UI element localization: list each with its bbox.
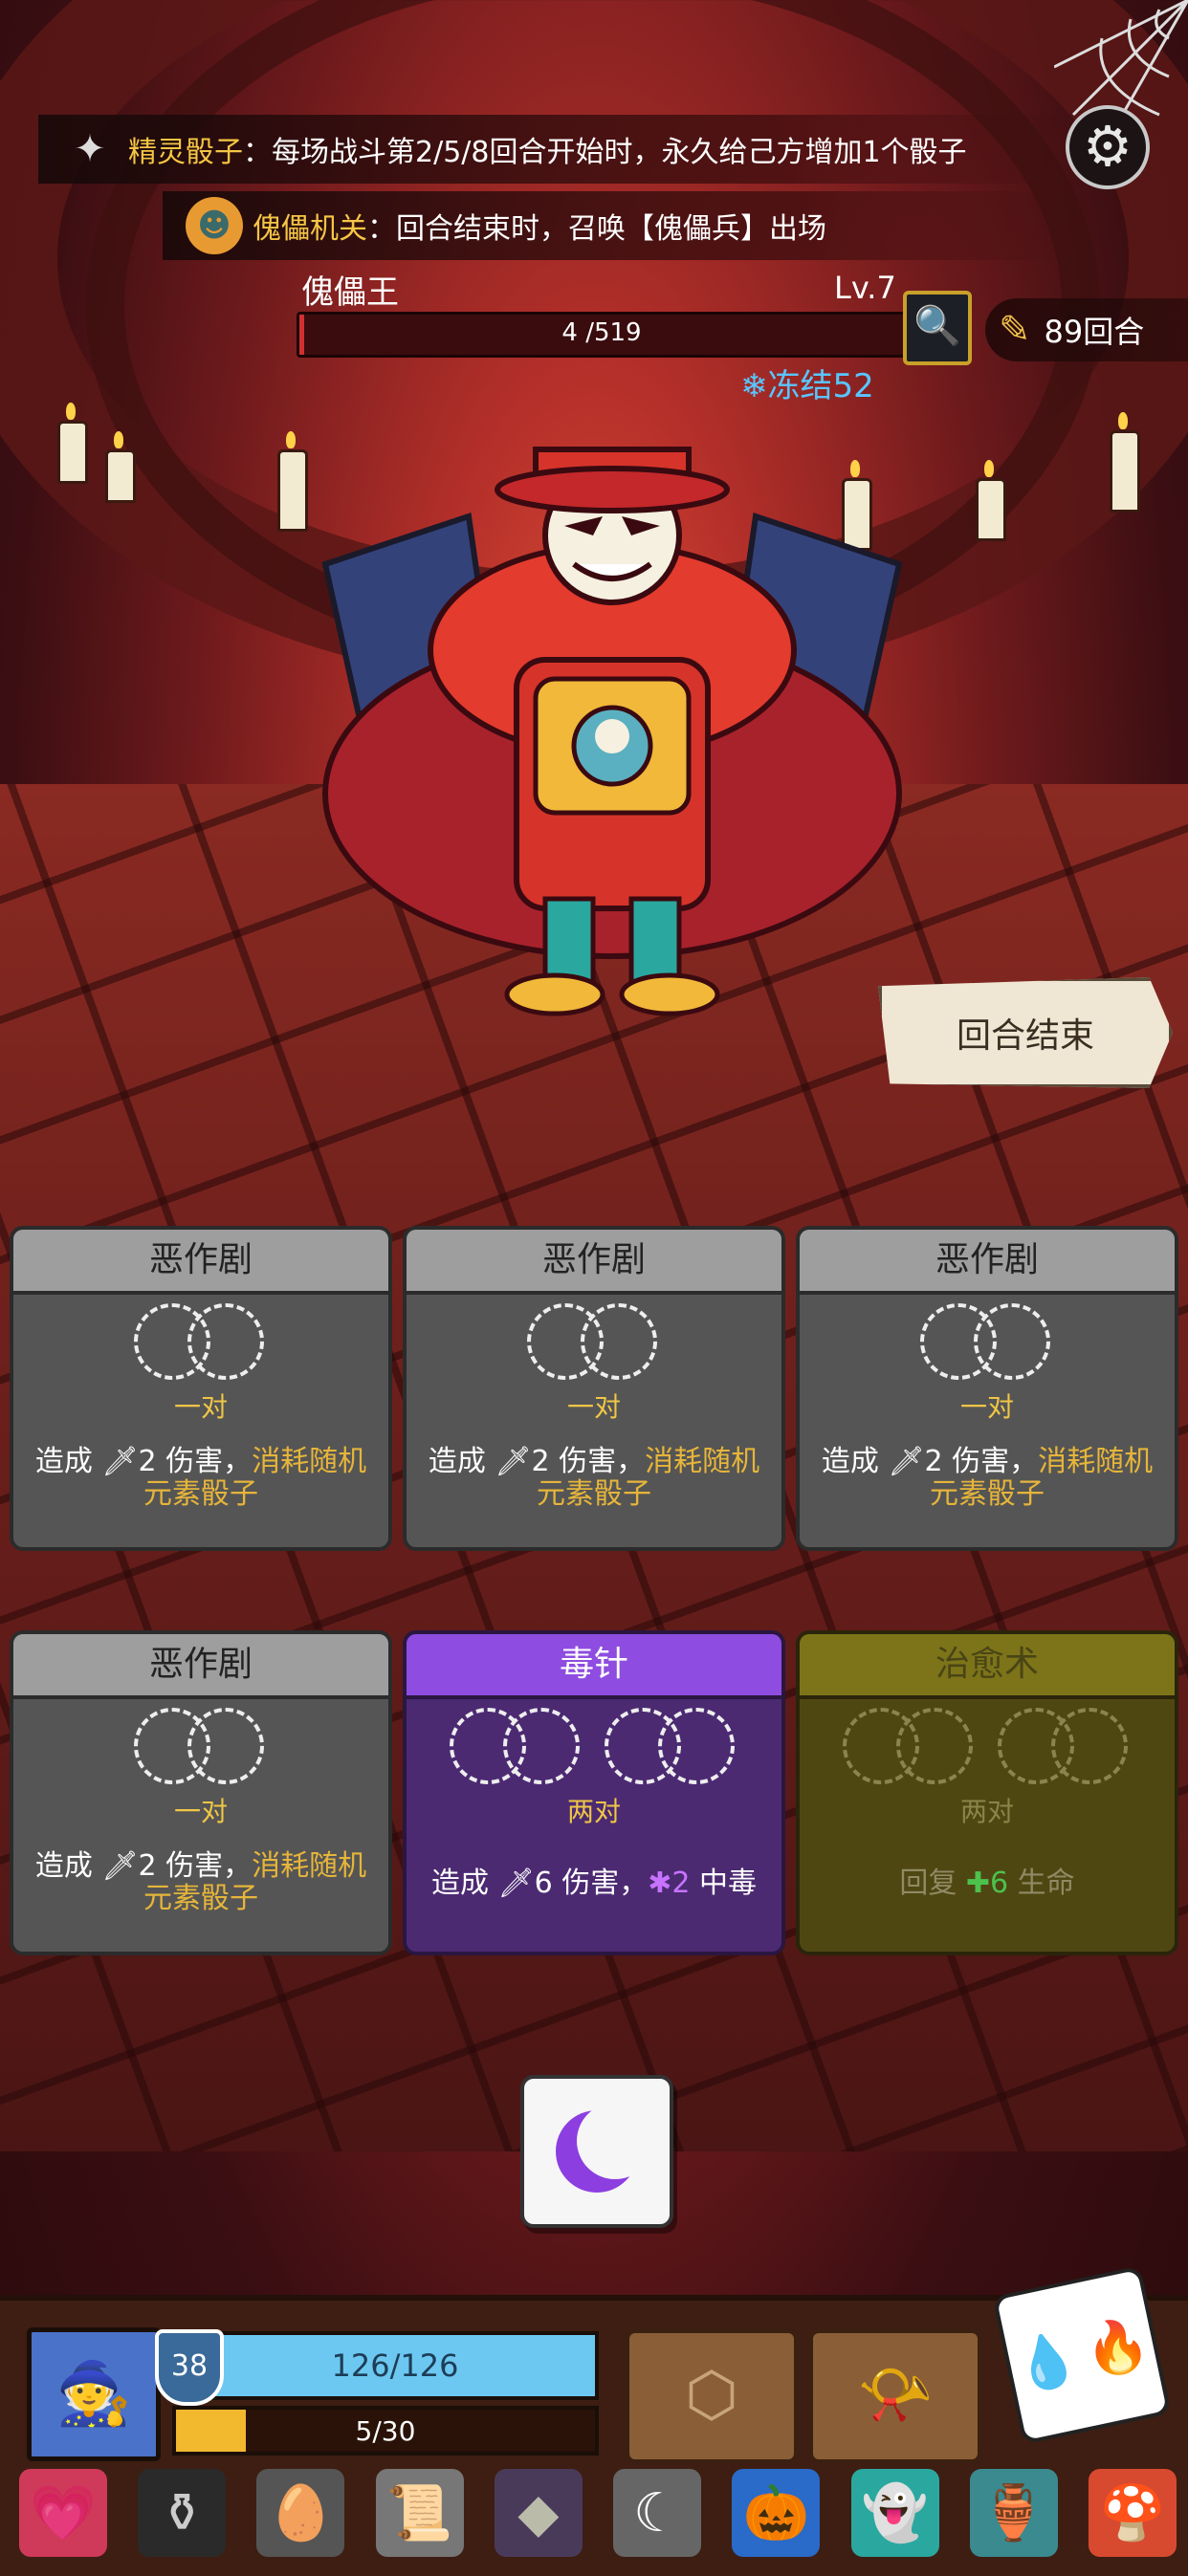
card-description: 造成 🗡2 伤害，消耗随机 元素骰子 [34,1849,367,1915]
poison-icon: ✱ [648,1867,672,1900]
banner-desc: 每场战斗第2/5/8回合开始时，永久给己方增加1个骰子 [272,136,967,169]
moon-die[interactable] [520,2075,673,2228]
boss-hp-bar: 4 /519 [297,312,907,358]
sword-icon: 🗡 [495,1445,532,1478]
dice-pair-slot[interactable] [843,1704,977,1790]
crystal-icon[interactable]: ◆ [494,2469,583,2557]
card-title: 恶作剧 [407,1230,781,1295]
card-title: 恶作剧 [13,1230,388,1295]
skill-card-prank[interactable]: 恶作剧 一对 造成 🗡2 伤害，消耗随机 元素骰子 [403,1226,785,1551]
card-description: 造成 🗡2 伤害，消耗随机 元素骰子 [34,1445,367,1511]
plus-icon: ✚ [965,1867,991,1900]
player-hp-bar: 126/126 [191,2331,599,2400]
relic-bar: 💗 ⚱ 🥚 📜 ◆ ☾ 🎃 👻 🏺 🍄 [19,2467,1177,2559]
dice-pair-slot[interactable] [998,1704,1132,1790]
sword-icon: 🗡 [101,1849,139,1883]
skill-card-heal[interactable]: 治愈术 两对 回复 ✚6 生命 [796,1630,1178,1955]
boss-name: 傀儡王 [301,273,399,312]
urn-icon[interactable]: 🏺 [969,2469,1058,2557]
candle-decoration [105,431,136,503]
freeze-status: ❄冻结52 [740,360,874,406]
spirit-dice-icon: ✦ [74,127,106,171]
scroll-icon[interactable]: 📜 [375,2469,464,2557]
pumpkin-shield-icon[interactable]: 🎃 [732,2469,821,2557]
card-description: 回复 ✚6 生命 [899,1867,1075,1900]
dice-slot-area[interactable] [407,1699,781,1795]
card-title: 恶作剧 [13,1634,388,1699]
dice-pair-slot[interactable] [605,1704,738,1790]
skill-card-prank[interactable]: 恶作剧 一对 造成 🗡2 伤害，消耗随机 元素骰子 [796,1226,1178,1551]
dice-slot-area[interactable] [800,1295,1175,1390]
dice-slot-area[interactable] [13,1295,388,1390]
sword-icon: 🗡 [888,1445,925,1478]
sword-icon: 🗡 [497,1867,535,1900]
banner-separator: ： [243,136,272,169]
relic-banner-spirit-dice: ✦ 精灵骰子 ： 每场战斗第2/5/8回合开始时，永久给己方增加1个骰子 [38,115,1090,184]
skill-card-poison-needle[interactable]: 毒针 两对 造成 🗡6 伤害，✱2 中毒 [403,1630,785,1955]
card-description: 造成 🗡6 伤害，✱2 中毒 [430,1867,758,1900]
puppet-head-icon: ☻ [186,197,243,254]
banner-desc: 回合结束时，召唤【傀儡兵】出场 [396,212,826,246]
wizard-avatar[interactable]: 🧙 [27,2327,161,2461]
skill-card-prank[interactable]: 恶作剧 一对 造成 🗡2 伤害，消耗随机 元素骰子 [10,1226,392,1551]
puppet-king-boss[interactable] [287,430,937,1023]
boss-hp-text: 4 /519 [561,318,642,347]
card-requirement: 一对 [173,1391,228,1423]
heart-chest-icon[interactable]: 💗 [19,2469,107,2557]
card-description: 造成 🗡2 伤害，消耗随机 元素骰子 [428,1445,760,1511]
banner-name: 傀儡机关 [253,212,367,246]
dice-slot-area[interactable] [800,1699,1175,1795]
card-title: 治愈术 [800,1634,1175,1699]
armor-shield-icon: 38 [155,2329,224,2406]
dice-slot-area[interactable] [407,1295,781,1390]
candle-decoration [57,403,88,484]
card-requirement: 一对 [566,1391,621,1423]
banner-name: 精灵骰子 [128,136,243,169]
candle-decoration [976,460,1006,541]
dice-pair-slot[interactable] [920,1299,1054,1386]
sword-icon: 🗡 [101,1445,139,1478]
card-title: 恶作剧 [800,1230,1175,1295]
gear-icon[interactable]: ⚙ [1066,105,1150,189]
card-requirement: 两对 [959,1796,1014,1827]
player-xp-text: 5/30 [355,2415,416,2447]
end-turn-button[interactable]: 回合结束 [878,977,1173,1088]
snowflake-icon: ❄ [740,367,768,405]
relic-banner-puppet-mechanism: ☻ 傀儡机关 ： 回合结束时，召唤【傀儡兵】出场 [163,191,1081,260]
iron-pot-icon[interactable]: ⚱ [138,2469,227,2557]
magnifier-book-icon[interactable]: 🔍 [903,291,972,365]
fire-icon: 🔥 [1079,2310,1155,2384]
dice-pair-slot[interactable] [134,1704,268,1790]
locked-slot-horn-icon[interactable]: 📯 [809,2329,981,2463]
moon-icon [556,2103,653,2193]
water-drop-icon: 💧 [1008,2325,1085,2399]
spotted-egg-icon[interactable]: 🥚 [256,2469,345,2557]
player-xp-bar: 5/30 [172,2406,599,2456]
round-counter: ✎ 89回合 [985,298,1188,361]
mushroom-hat-icon[interactable]: 🍄 [1088,2469,1177,2557]
scroll-icon: ✎ [999,308,1031,352]
card-requirement: 一对 [959,1391,1014,1423]
card-requirement: 两对 [566,1796,621,1827]
card-requirement: 一对 [173,1796,228,1827]
ghost-icon[interactable]: 👻 [850,2469,939,2557]
freeze-status-text: 冻结52 [767,367,874,405]
card-title: 毒针 [407,1634,781,1699]
dice-pair-slot[interactable] [134,1299,268,1386]
banner-separator: ： [367,212,396,246]
crescent-moon-icon[interactable]: ☾ [613,2469,702,2557]
card-description: 造成 🗡2 伤害，消耗随机 元素骰子 [821,1445,1154,1511]
locked-slot-cube-icon[interactable]: ⬡ [626,2329,798,2463]
round-counter-text: 89回合 [1044,314,1145,350]
boss-level: Lv.7 [834,270,896,306]
skill-card-prank[interactable]: 恶作剧 一对 造成 🗡2 伤害，消耗随机 元素骰子 [10,1630,392,1955]
dice-slot-area[interactable] [13,1699,388,1795]
element-dice-cube[interactable]: 💧 🔥 [992,2265,1172,2445]
dice-pair-slot[interactable] [450,1704,583,1790]
dice-pair-slot[interactable] [527,1299,661,1386]
candle-decoration [1110,412,1140,513]
